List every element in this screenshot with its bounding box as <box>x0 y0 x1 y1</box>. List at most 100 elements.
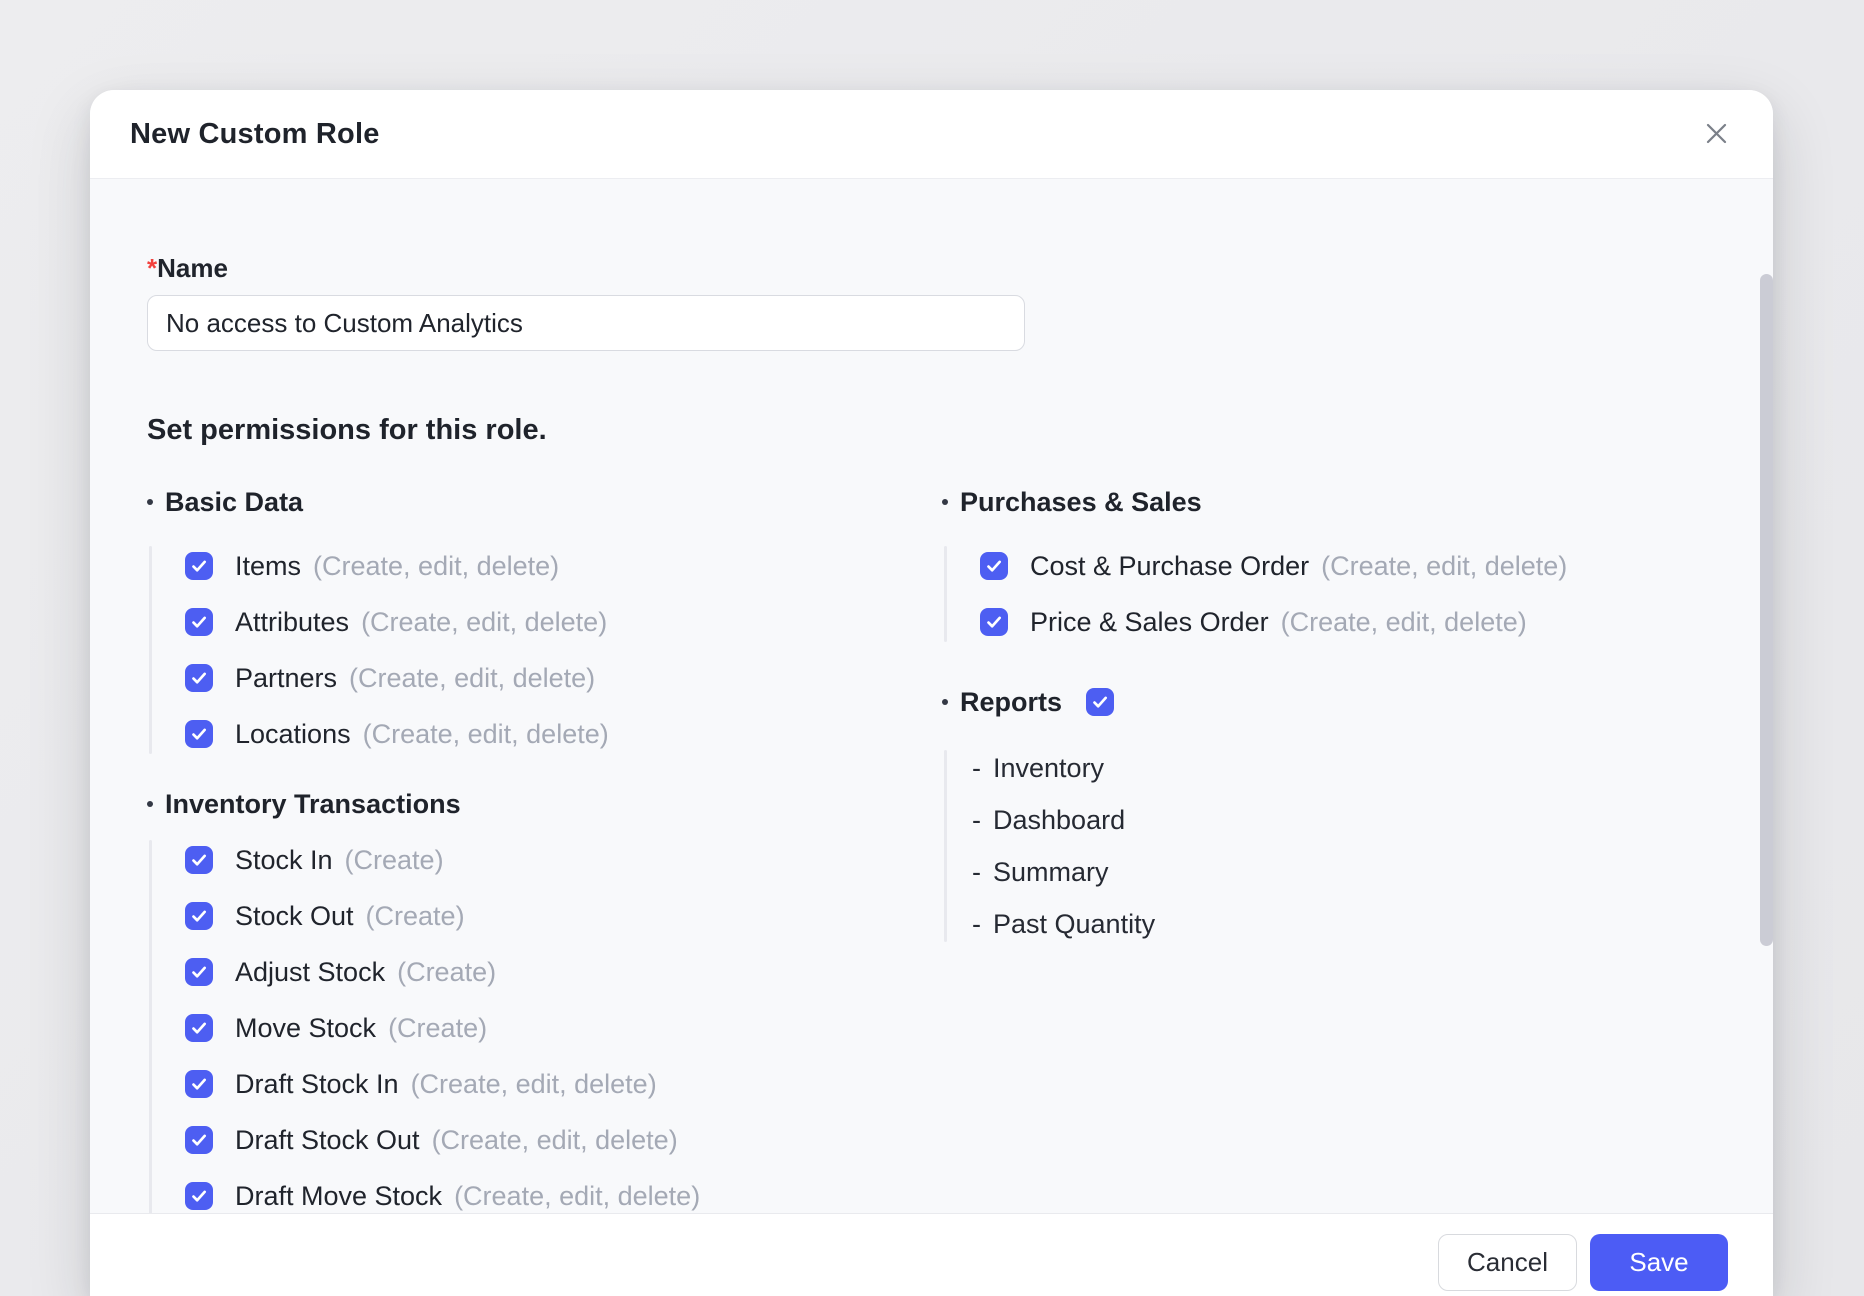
dialog-header: New Custom Role <box>90 90 1773 179</box>
checkmark-icon <box>189 1186 209 1206</box>
permission-row-locations: Locations (Create, edit, delete) <box>185 706 942 762</box>
permission-row-attributes: Attributes (Create, edit, delete) <box>185 594 942 650</box>
save-button[interactable]: Save <box>1590 1234 1728 1291</box>
stock-out-checkbox[interactable] <box>185 902 213 930</box>
checkmark-icon <box>189 612 209 632</box>
permission-section-inventory-transactions: Inventory Transactions Stock In (Create) St… <box>147 784 942 1213</box>
role-name-input[interactable] <box>147 295 1025 351</box>
stock-in-checkbox[interactable] <box>185 846 213 874</box>
checkmark-icon <box>984 612 1004 632</box>
page-background: { "modal": { "title": "New Custom Role",… <box>0 0 1864 1296</box>
permission-actions-hint: (Create, edit, delete) <box>362 718 609 749</box>
permission-label: Draft Move Stock <box>235 1180 443 1211</box>
permission-actions-hint: (Create) <box>388 1012 488 1043</box>
permission-label: Stock In <box>235 844 333 875</box>
checkmark-icon <box>189 850 209 870</box>
bullet-icon <box>147 499 153 505</box>
vertical-scrollbar-thumb[interactable] <box>1760 274 1773 946</box>
name-label-text: Name <box>157 253 228 283</box>
checkmark-icon <box>189 724 209 744</box>
permission-label: Draft Stock Out <box>235 1124 420 1155</box>
checkmark-icon <box>189 1018 209 1038</box>
draft-stock-in-checkbox[interactable] <box>185 1070 213 1098</box>
reports-checkbox[interactable] <box>1086 688 1115 716</box>
permission-row-cost-purchase-order: Cost & Purchase Order (Create, edit, dele… <box>980 538 1716 594</box>
permission-row-items: Items (Create, edit, delete) <box>185 538 942 594</box>
new-custom-role-dialog: New Custom Role *Name Set permissions fo… <box>90 90 1773 1296</box>
permission-row-draft-move-stock: Draft Move Stock (Create, edit, delete) <box>185 1168 942 1213</box>
items-checkbox[interactable] <box>185 552 213 580</box>
price-sales-order-checkbox[interactable] <box>980 608 1008 636</box>
cancel-button[interactable]: Cancel <box>1438 1234 1577 1291</box>
permission-section-purchases-sales: Purchases & Sales Cost & Purchase Order (C… <box>942 482 1716 650</box>
bullet-icon <box>942 699 948 705</box>
bullet-icon <box>147 801 153 807</box>
checkmark-icon <box>984 556 1004 576</box>
report-item-dashboard: - Dashboard <box>972 794 1716 846</box>
checkmark-icon <box>189 668 209 688</box>
permission-row-stock-out: Stock Out (Create) <box>185 888 942 944</box>
permission-actions-hint: (Create, edit, delete) <box>1280 606 1527 637</box>
permission-label: Partners <box>235 662 338 693</box>
permissions-grid: Basic Data Items (Create, edit, delete) Att… <box>147 482 1716 1213</box>
dash-prefix: - <box>972 752 981 783</box>
report-item-past-quantity: - Past Quantity <box>972 898 1716 950</box>
section-title: Purchases & Sales <box>960 486 1202 517</box>
permission-actions-hint: (Create, edit, delete) <box>313 550 560 581</box>
dialog-footer: Cancel Save <box>90 1213 1773 1296</box>
checkmark-icon <box>189 962 209 982</box>
permission-label: Attributes <box>235 606 350 637</box>
permission-section-basic-data: Basic Data Items (Create, edit, delete) Att… <box>147 482 942 762</box>
draft-move-stock-checkbox[interactable] <box>185 1182 213 1210</box>
report-label: Dashboard <box>993 804 1126 835</box>
permissions-column-right: Purchases & Sales Cost & Purchase Order (C… <box>942 482 1716 950</box>
permission-row-draft-stock-in: Draft Stock In (Create, edit, delete) <box>185 1056 942 1112</box>
permission-row-adjust-stock: Adjust Stock (Create) <box>185 944 942 1000</box>
checkmark-icon <box>189 1130 209 1150</box>
adjust-stock-checkbox[interactable] <box>185 958 213 986</box>
permissions-column-left: Basic Data Items (Create, edit, delete) Att… <box>147 482 942 1213</box>
locations-checkbox[interactable] <box>185 720 213 748</box>
permission-actions-hint: (Create, edit, delete) <box>349 662 596 693</box>
permission-label: Cost & Purchase Order <box>1030 550 1310 581</box>
permission-row-price-sales-order: Price & Sales Order (Create, edit, delete… <box>980 594 1716 650</box>
permission-label: Price & Sales Order <box>1030 606 1269 637</box>
dialog-body: *Name Set permissions for this role. Bas… <box>90 179 1773 1213</box>
required-asterisk: * <box>147 253 158 283</box>
attributes-checkbox[interactable] <box>185 608 213 636</box>
checkmark-icon <box>189 1074 209 1094</box>
permission-label: Locations <box>235 718 351 749</box>
permission-row-stock-in: Stock In (Create) <box>185 832 942 888</box>
permission-actions-hint: (Create, edit, delete) <box>361 606 608 637</box>
report-label: Inventory <box>993 752 1105 783</box>
section-title: Basic Data <box>165 486 304 517</box>
permission-section-reports: Reports - Inventory - Dashboard - Summary - Past… <box>942 682 1716 950</box>
section-header-inventory-transactions: Inventory Transactions <box>147 784 942 824</box>
permission-actions-hint: (Create, edit, delete) <box>431 1124 678 1155</box>
close-button[interactable] <box>1695 114 1737 156</box>
cost-purchase-order-checkbox[interactable] <box>980 552 1008 580</box>
dash-prefix: - <box>972 804 981 835</box>
report-label: Past Quantity <box>993 908 1156 939</box>
draft-stock-out-checkbox[interactable] <box>185 1126 213 1154</box>
permission-actions-hint: (Create) <box>397 956 497 987</box>
permission-actions-hint: (Create) <box>344 844 444 875</box>
move-stock-checkbox[interactable] <box>185 1014 213 1042</box>
permission-row-partners: Partners (Create, edit, delete) <box>185 650 942 706</box>
permission-label: Stock Out <box>235 900 354 931</box>
checkmark-icon <box>189 906 209 926</box>
report-label: Summary <box>993 856 1109 887</box>
permission-actions-hint: (Create, edit, delete) <box>410 1068 657 1099</box>
permission-row-draft-stock-out: Draft Stock Out (Create, edit, delete) <box>185 1112 942 1168</box>
permission-label: Move Stock <box>235 1012 377 1043</box>
bullet-icon <box>942 499 948 505</box>
partners-checkbox[interactable] <box>185 664 213 692</box>
name-field-label: *Name <box>147 253 1716 283</box>
permission-actions-hint: (Create, edit, delete) <box>1321 550 1568 581</box>
section-title: Inventory Transactions <box>165 788 461 819</box>
permission-group: Cost & Purchase Order (Create, edit, dele… <box>942 538 1716 650</box>
permission-group: Stock In (Create) Stock Out (Create) Adjust … <box>147 832 942 1213</box>
section-header-reports: Reports <box>942 682 1716 722</box>
permission-actions-hint: (Create, edit, delete) <box>454 1180 701 1211</box>
close-icon <box>1705 122 1728 148</box>
